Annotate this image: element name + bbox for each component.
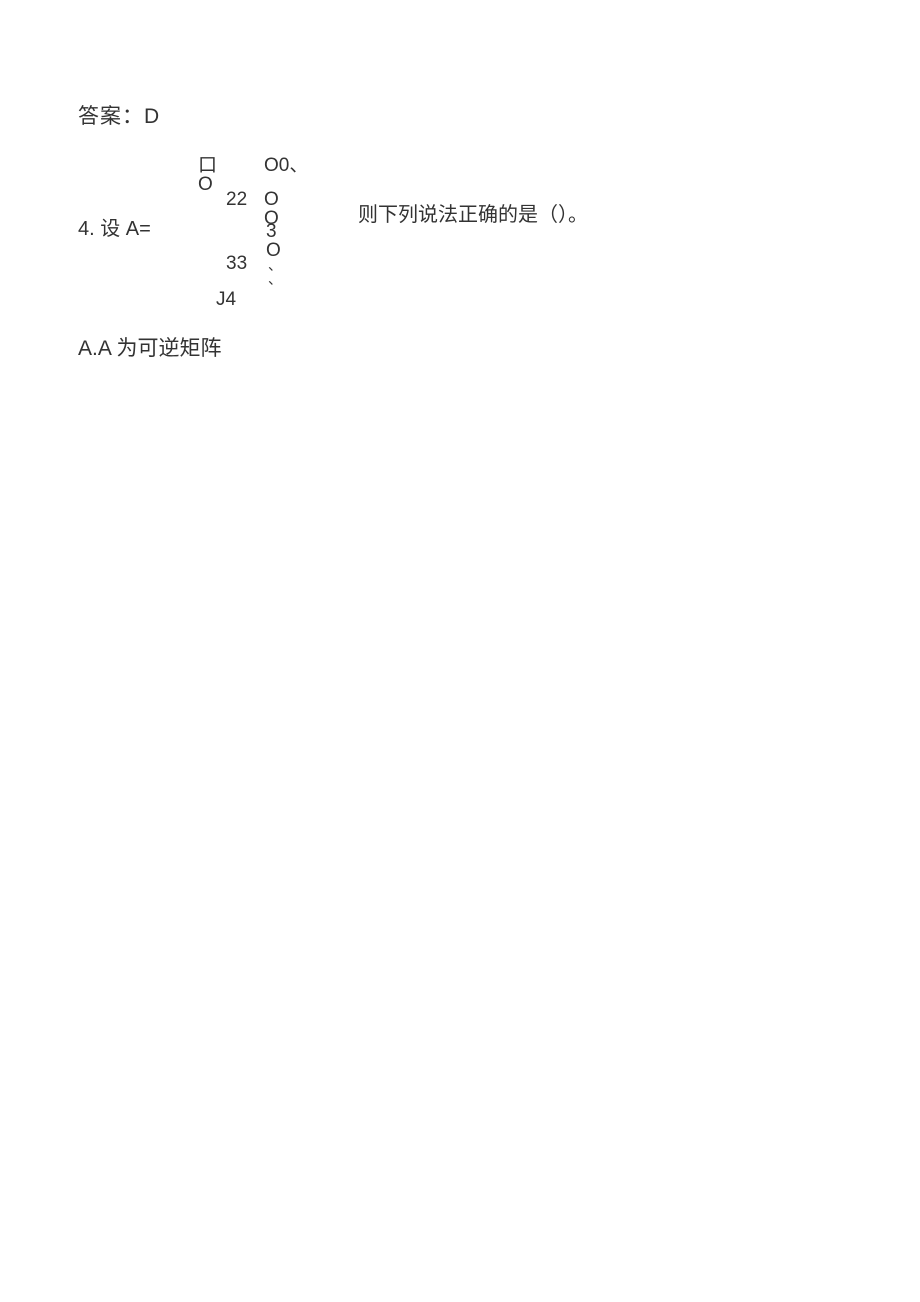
question-4: 4. 设 A= 口 O O0、 22 O O 3 O 33 、 、 J4 则下列…	[78, 150, 878, 330]
document-page: 答案：D 4. 设 A= 口 O O0、 22 O O 3 O 33 、 、 J…	[0, 0, 920, 1302]
matrix-r3: 3 O	[266, 222, 281, 260]
question-4-prefix: 4. 设 A=	[78, 212, 151, 241]
previous-answer: 答案：D	[78, 100, 160, 130]
matrix-r2a: 22	[226, 190, 247, 209]
matrix-r1a: 口 O	[198, 156, 217, 194]
matrix-r5: J4	[216, 290, 236, 309]
question-4-option-a: A.A 为可逆矩阵	[78, 332, 222, 362]
matrix-r4b: 、 、	[268, 258, 282, 286]
matrix-r1b: O0、	[264, 156, 308, 175]
question-4-tail: 则下列说法正确的是（）。	[358, 198, 588, 227]
matrix-r4a: 33	[226, 254, 247, 273]
